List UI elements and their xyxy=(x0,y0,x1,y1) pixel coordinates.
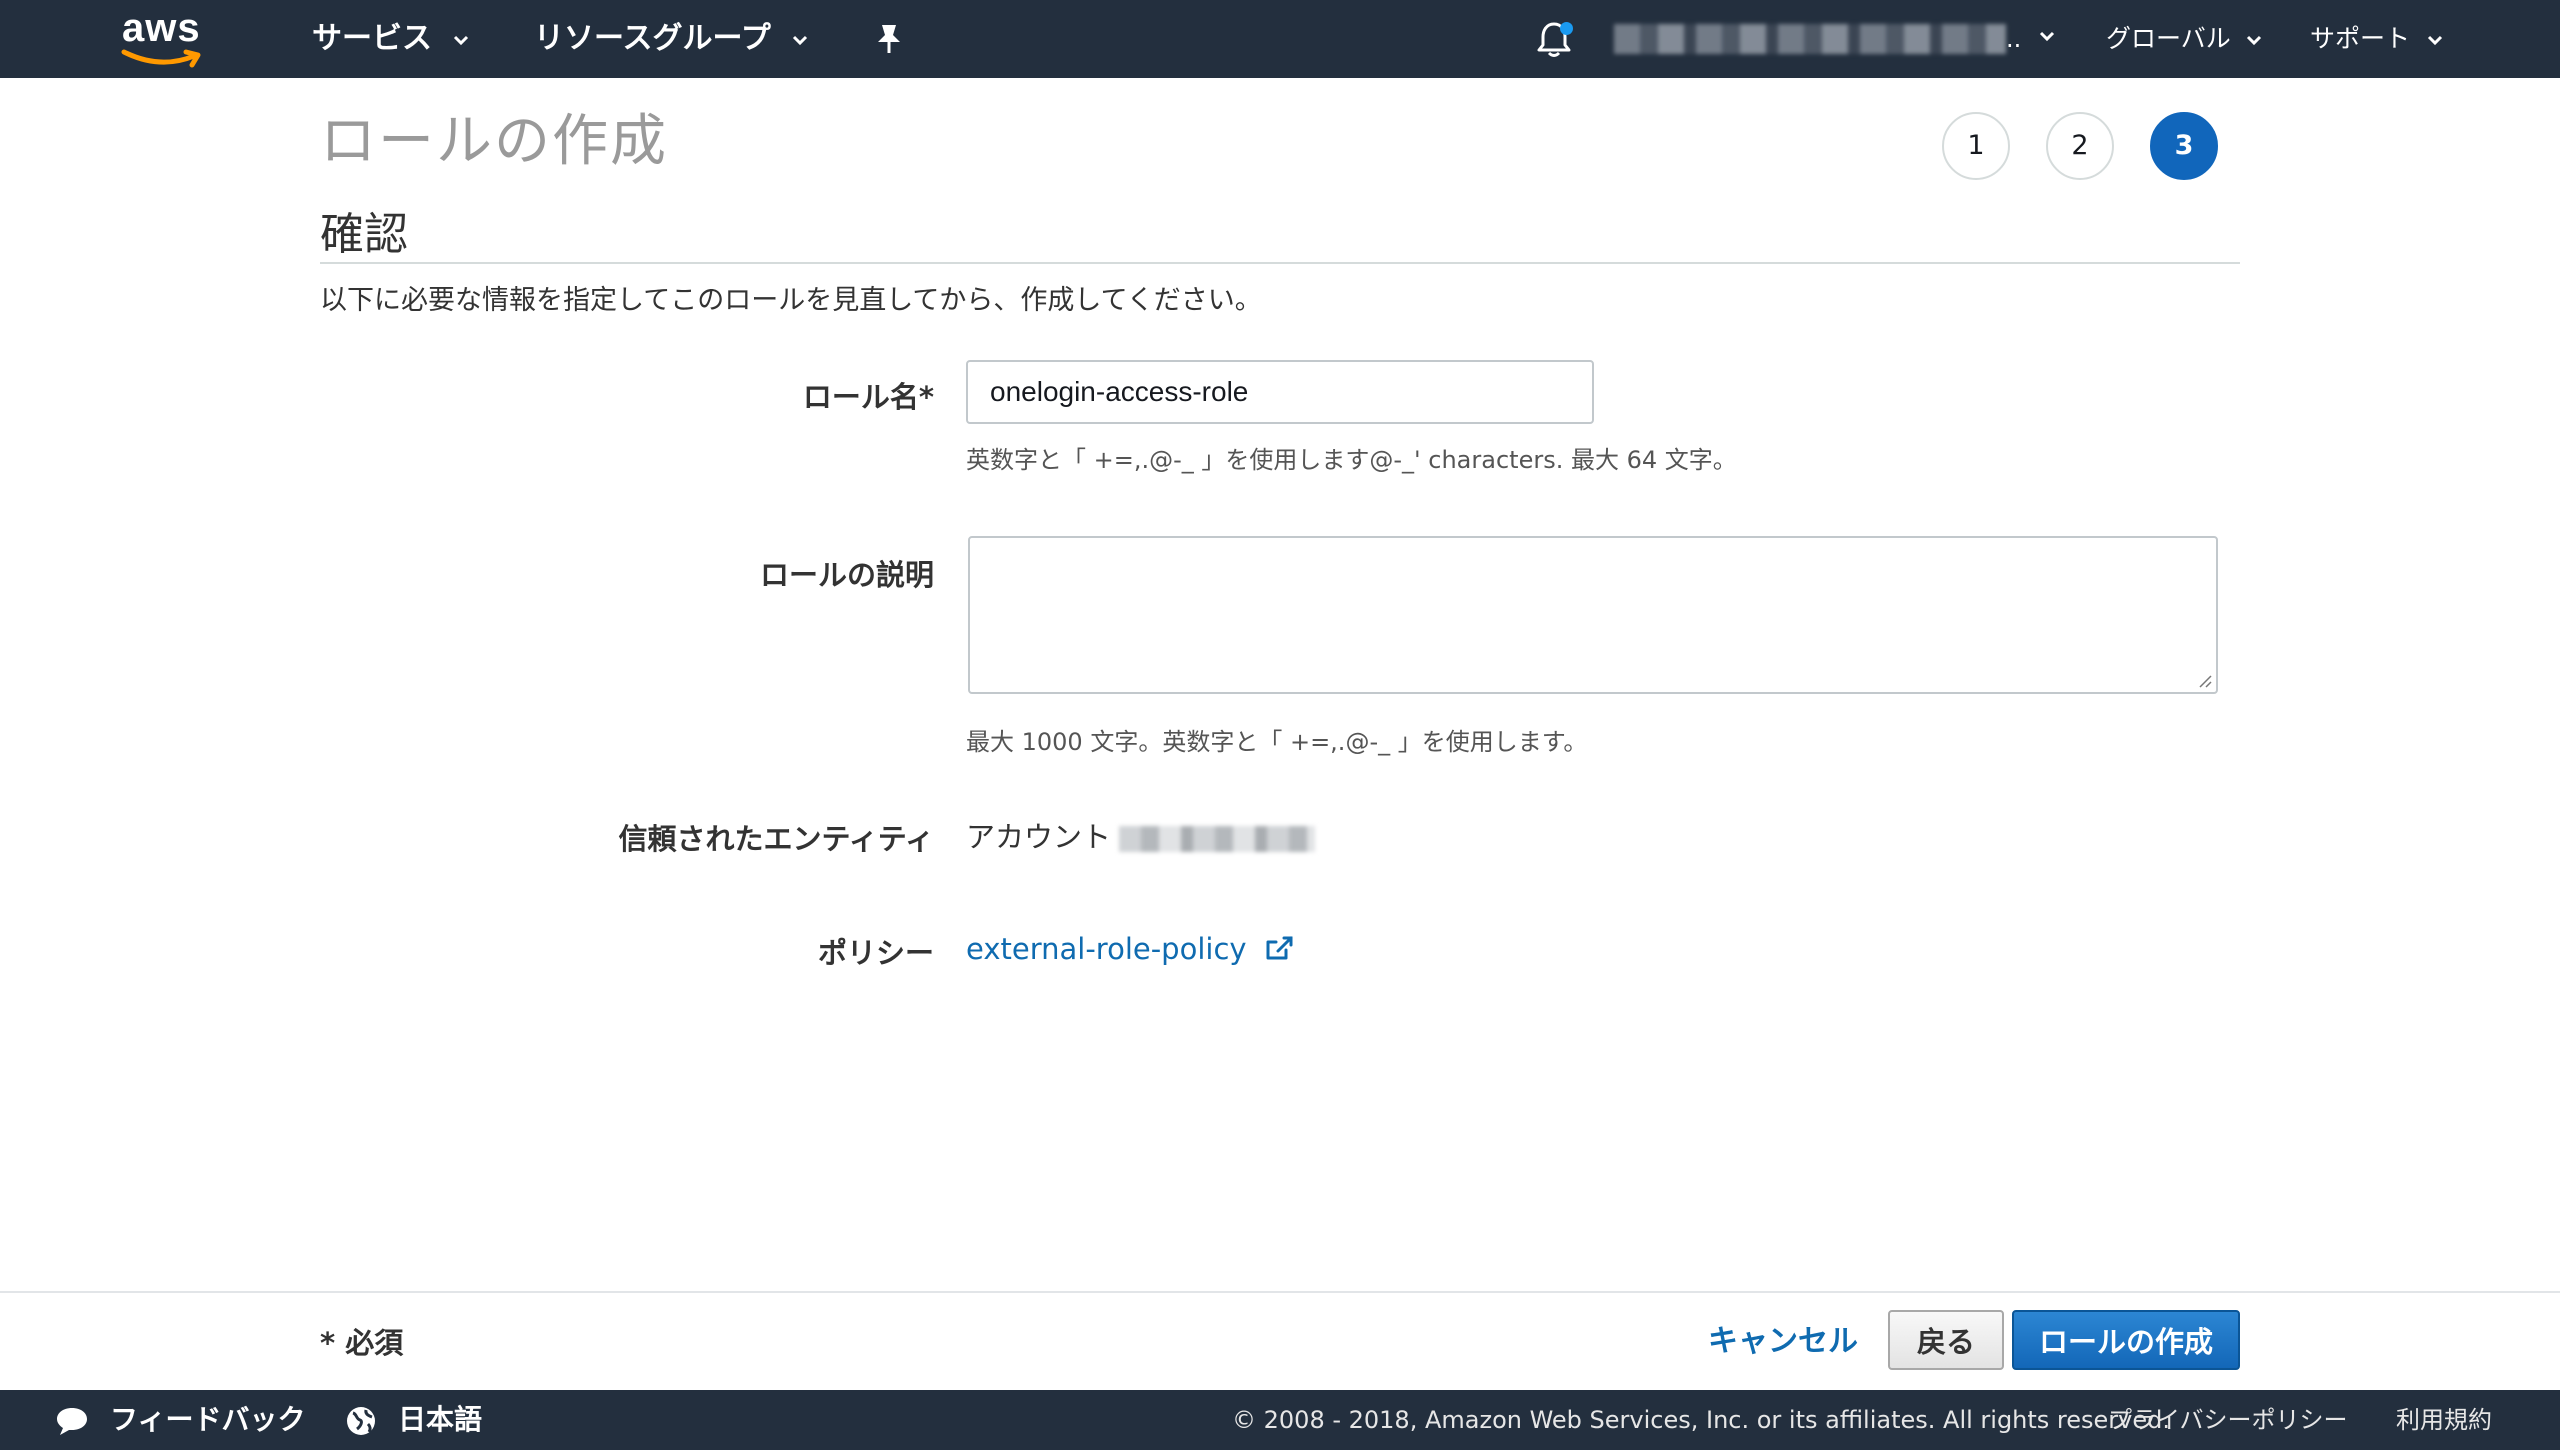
section-divider xyxy=(320,262,2240,264)
feedback-label: フィードバック xyxy=(110,1403,306,1436)
trusted-entity-label: 信頼されたエンティティ xyxy=(618,822,934,856)
top-navigation-bar: aws サービス リソースグループ .. グローバル サポート xyxy=(0,0,2560,78)
required-note: * 必須 xyxy=(320,1326,404,1360)
resource-groups-menu[interactable]: リソースグループ xyxy=(534,14,809,64)
chevron-down-icon xyxy=(2246,35,2261,46)
console-footer: フィードバック 日本語 © 2008 - 2018, Amazon Web Se… xyxy=(0,1390,2560,1450)
section-title: 確認 xyxy=(320,209,408,260)
pin-icon[interactable] xyxy=(874,22,904,56)
account-name-redacted[interactable] xyxy=(1614,24,2006,54)
trusted-entity-value: アカウント xyxy=(966,814,1316,856)
notification-dot xyxy=(1560,22,1573,35)
wizard-step-2[interactable]: 2 xyxy=(2046,112,2114,180)
terms-link[interactable]: 利用規約 xyxy=(2396,1390,2492,1450)
role-name-label: ロール名* xyxy=(802,380,934,414)
trusted-entity-text: アカウント xyxy=(966,820,1112,854)
region-menu[interactable]: グローバル xyxy=(2106,14,2263,64)
resource-groups-menu-label: リソースグループ xyxy=(534,21,771,56)
role-description-label: ロールの説明 xyxy=(759,558,934,592)
chevron-down-icon xyxy=(792,35,807,45)
cancel-button[interactable]: キャンセル xyxy=(1708,1316,1858,1360)
language-selector[interactable]: 日本語 xyxy=(344,1390,482,1450)
privacy-policy-link[interactable]: プライバシーポリシー xyxy=(2108,1390,2348,1450)
language-label: 日本語 xyxy=(398,1403,483,1436)
page-title: ロールの作成 xyxy=(320,109,668,174)
aws-smile-icon xyxy=(121,49,201,68)
chevron-down-icon xyxy=(453,35,469,45)
notifications-bell[interactable] xyxy=(1534,20,1574,58)
aws-logo-text: aws xyxy=(122,6,201,50)
services-menu-label: サービス xyxy=(312,21,432,56)
create-role-button[interactable]: ロールの作成 xyxy=(2012,1310,2240,1370)
external-link-icon[interactable] xyxy=(1264,934,1294,962)
role-name-hint: 英数字と「 +=,.@-_ 」を使用します@-_' characters. 最大… xyxy=(966,446,1737,474)
policy-link[interactable]: external-role-policy xyxy=(966,932,1247,966)
policy-label: ポリシー xyxy=(817,936,934,970)
account-name-ellipsis: .. xyxy=(2006,25,2022,53)
globe-icon xyxy=(347,1407,375,1435)
aws-logo[interactable]: aws xyxy=(118,6,208,68)
copyright-text: © 2008 - 2018, Amazon Web Services, Inc.… xyxy=(1232,1406,2171,1434)
feedback-link[interactable]: フィードバック xyxy=(54,1390,305,1450)
action-bar-divider xyxy=(0,1291,2560,1293)
wizard-step-3-current: 3 xyxy=(2150,112,2218,180)
role-description-hint: 最大 1000 文字。英数字と「 +=,.@-_ 」を使用します。 xyxy=(966,728,1588,756)
chevron-down-icon[interactable] xyxy=(2038,30,2056,42)
support-menu-label: サポート xyxy=(2310,24,2411,53)
speech-bubble-icon xyxy=(57,1408,87,1435)
review-instructions: 以下に必要な情報を指定してこのロールを見直してから、作成してください。 xyxy=(320,285,1262,316)
role-description-textarea[interactable] xyxy=(968,536,2218,694)
back-button[interactable]: 戻る xyxy=(1888,1310,2004,1370)
policy-value: external-role-policy xyxy=(966,932,1294,966)
account-id-redacted xyxy=(1119,826,1316,852)
wizard-step-1[interactable]: 1 xyxy=(1942,112,2010,180)
region-menu-label: グローバル xyxy=(2106,24,2231,53)
support-menu[interactable]: サポート xyxy=(2310,14,2444,64)
role-name-input[interactable]: onelogin-access-role xyxy=(966,360,1594,424)
services-menu[interactable]: サービス xyxy=(312,14,470,64)
chevron-down-icon xyxy=(2427,35,2443,46)
resize-grip-icon[interactable] xyxy=(2196,672,2212,688)
